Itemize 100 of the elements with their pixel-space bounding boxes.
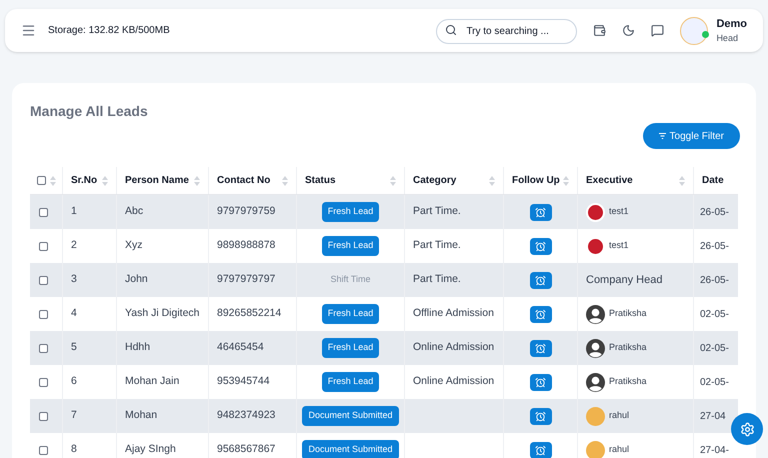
table-cell-text: Online Admission [413, 340, 494, 356]
column-header: Follow Up [512, 174, 560, 188]
alarm-clock-icon [535, 206, 546, 218]
settings-icon [740, 422, 754, 436]
row-checkbox[interactable] [39, 310, 48, 318]
avatar-photo-placeholder [586, 440, 605, 458]
table-cell-text: John [125, 272, 148, 288]
table-cell-text: Offline Admission [413, 306, 494, 322]
status-badge: Fresh Lead [322, 304, 380, 324]
row-checkbox[interactable] [39, 242, 48, 250]
alarm-clock-icon [535, 274, 546, 286]
table-cell-text: 1 [71, 204, 77, 220]
avatar-picture [586, 202, 605, 222]
table-cell-text: 9482374923 [217, 408, 276, 424]
alarm-clock-icon [535, 444, 546, 456]
status-text: Shift Time [330, 273, 370, 286]
alarm-clock-icon [535, 410, 546, 422]
table-cell-text: 26-05- [700, 206, 729, 220]
table-cell-text: 9797979797 [217, 272, 276, 288]
status-badge: Fresh Lead [322, 236, 380, 256]
table-cell-text: Abc [125, 204, 144, 220]
filter-icon [658, 133, 666, 139]
toggle-filter-button[interactable]: Toggle Filter [642, 123, 740, 149]
follow-up-button[interactable] [530, 442, 552, 458]
column-header: Status [305, 174, 336, 188]
follow-up-button[interactable] [530, 306, 552, 322]
table-cell-text: Ajay SIngh [125, 442, 176, 458]
avatar-silhouette-icon [586, 338, 605, 358]
table-cell-text: 953945744 [217, 374, 270, 390]
row-checkbox[interactable] [39, 378, 48, 386]
column-header: Executive [586, 174, 633, 188]
table-cell-text: 46465454 [217, 340, 264, 356]
table-cell-text: 7 [71, 408, 77, 424]
table-cell-text: 02-05- [700, 376, 729, 390]
search-field[interactable]: Try to searching ... [436, 19, 578, 44]
alarm-clock-icon [535, 376, 546, 388]
table-cell-text: 9797979759 [217, 204, 276, 220]
table-cell-text: 27-04 [700, 410, 726, 424]
table-cell-text: Xyz [125, 238, 143, 254]
executive-name: test1 [609, 205, 629, 218]
column-header: Person Name [125, 174, 189, 188]
status-badge: Fresh Lead [322, 202, 380, 222]
table-cell-text: 8 [71, 442, 77, 458]
table-cell-text: 2 [71, 238, 77, 254]
column-header: Category [413, 174, 456, 188]
table-cell-text: 9898988878 [217, 238, 276, 254]
executive-name: rahul [609, 443, 630, 456]
table-cell-text: 02-05- [700, 342, 729, 356]
table-cell-text: Part Time. [413, 272, 461, 288]
avatar-photo-placeholder [586, 406, 605, 426]
table-cell-text: 5 [71, 340, 77, 356]
follow-up-button[interactable] [530, 238, 552, 254]
row-checkbox[interactable] [39, 344, 48, 352]
table-cell-text: 02-05- [700, 308, 729, 322]
table-cell-text: Online Admission [413, 374, 494, 390]
table-cell-text: 89265852214 [217, 306, 282, 322]
executive-name: Pratiksha [609, 375, 647, 388]
table-cell-text: 27-04- [700, 444, 729, 458]
table-cell-text: 6 [71, 374, 77, 390]
avatar-silhouette-icon [586, 304, 605, 324]
table-cell-text: 9568567867 [217, 442, 276, 458]
status-badge: Fresh Lead [322, 372, 380, 392]
row-checkbox[interactable] [39, 208, 48, 216]
row-checkbox[interactable] [36, 176, 46, 185]
status-badge: Fresh Lead [322, 338, 380, 358]
menu-icon[interactable] [21, 23, 36, 38]
table-cell-text: Yash Ji Digitech [125, 306, 200, 322]
table-cell-text: Part Time. [413, 204, 461, 220]
follow-up-button[interactable] [530, 374, 552, 390]
table-cell-text: Mohan [125, 408, 158, 424]
table-cell-text: Mohan Jain [125, 374, 180, 390]
table-cell-text: Hdhh [125, 340, 150, 356]
follow-up-button[interactable] [530, 272, 552, 288]
follow-up-button[interactable] [530, 340, 552, 356]
status-badge: Document Submitted [302, 440, 399, 458]
row-checkbox[interactable] [39, 412, 48, 420]
follow-up-button[interactable] [530, 204, 552, 220]
follow-up-button[interactable] [530, 408, 552, 424]
column-header: Contact No [217, 174, 270, 188]
chat-icon[interactable] [651, 24, 664, 37]
row-checkbox[interactable] [39, 276, 48, 284]
column-header: Date [702, 174, 724, 188]
executive-name: Company Head [586, 272, 662, 288]
table-cell-text: 26-05- [700, 274, 729, 288]
status-badge: Document Submitted [302, 406, 399, 426]
moon-icon[interactable] [622, 24, 636, 37]
table-cell-text: 4 [71, 306, 77, 322]
table-cell-text: 3 [71, 272, 77, 288]
search-icon [445, 24, 458, 36]
storage-text: Storage: 132.82 KB/500MB [48, 24, 170, 38]
wallet-icon[interactable] [593, 24, 606, 37]
avatar-silhouette-icon [586, 372, 605, 392]
table-cell-text: Part Time. [413, 238, 461, 254]
column-header: Sr.No [71, 174, 98, 188]
user-name: Demo [716, 16, 747, 32]
executive-name: Pratiksha [609, 307, 647, 320]
table-cell-text: 26-05- [700, 240, 729, 254]
avatar-logo[interactable] [680, 16, 708, 44]
row-checkbox[interactable] [39, 446, 48, 454]
executive-name: test1 [609, 239, 629, 252]
